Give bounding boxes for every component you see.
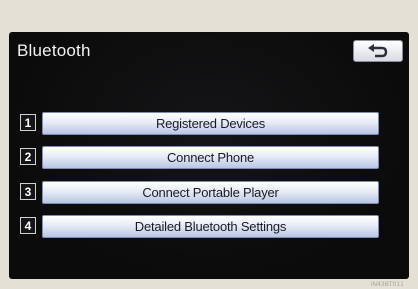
menu-number-badge: 1 xyxy=(20,114,36,131)
menu-number-badge: 4 xyxy=(20,217,36,234)
registered-devices-button[interactable]: Registered Devices xyxy=(42,112,379,135)
bluetooth-screen: Bluetooth 1 Registered Devices 2 Connect… xyxy=(9,32,409,279)
detailed-bluetooth-settings-button[interactable]: Detailed Bluetooth Settings xyxy=(42,215,379,238)
connect-portable-player-button[interactable]: Connect Portable Player xyxy=(42,181,379,204)
menu-row-detailed-bluetooth-settings: 4 Detailed Bluetooth Settings xyxy=(20,215,380,238)
display-bezel: Bluetooth 1 Registered Devices 2 Connect… xyxy=(0,0,418,289)
menu-row-connect-phone: 2 Connect Phone xyxy=(20,146,380,169)
connect-phone-button[interactable]: Connect Phone xyxy=(42,146,379,169)
page-title: Bluetooth xyxy=(17,41,91,60)
return-arrow-icon xyxy=(367,44,389,58)
back-button[interactable] xyxy=(353,40,403,62)
menu-row-registered-devices: 1 Registered Devices xyxy=(20,112,380,135)
menu-number-badge: 3 xyxy=(20,183,36,200)
image-code-label: IN43BT011 xyxy=(370,281,404,288)
menu-number-badge: 2 xyxy=(20,148,36,165)
menu-row-connect-portable-player: 3 Connect Portable Player xyxy=(20,181,380,204)
